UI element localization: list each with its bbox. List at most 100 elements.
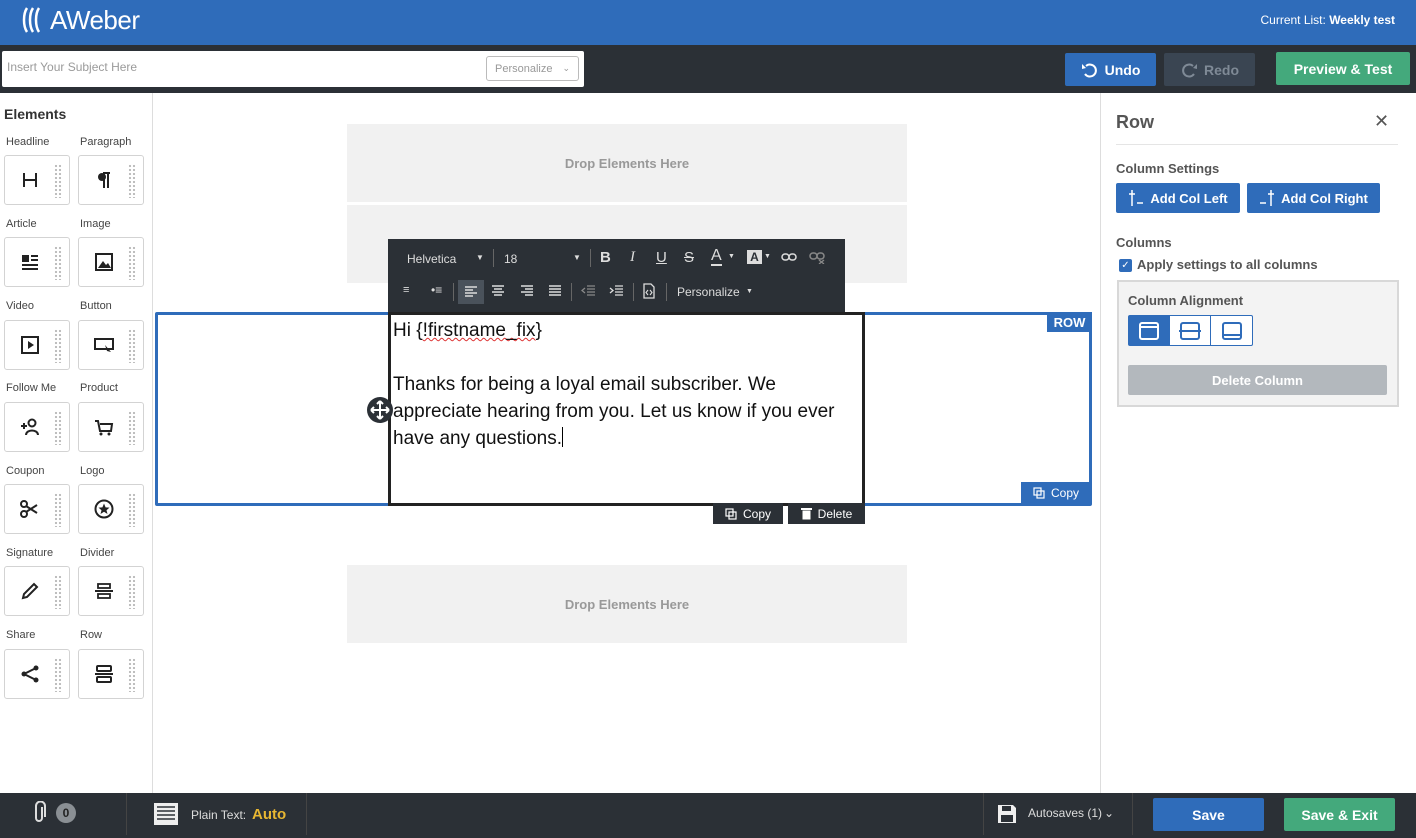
row-copy-button[interactable]: Copy (1021, 482, 1091, 504)
toolbar-personalize-dropdown[interactable]: Personalize (677, 285, 740, 299)
columns-heading: Columns (1116, 235, 1172, 250)
move-handle-icon[interactable] (367, 397, 393, 423)
element-label-logo: Logo (80, 465, 105, 477)
align-middle-button[interactable] (1170, 316, 1211, 345)
align-justify-icon[interactable] (547, 284, 563, 298)
bullet-list-icon[interactable]: •≡ (431, 283, 442, 297)
text-block-editor[interactable]: Hi {!firstname_fix} Thanks for being a l… (388, 312, 865, 506)
copy-icon (725, 507, 737, 520)
share-icon (21, 665, 39, 683)
drop-zone-bottom[interactable]: Drop Elements Here (347, 565, 907, 643)
font-family-select[interactable]: Helvetica (407, 252, 456, 266)
autosaves-dropdown[interactable]: Autosaves (1) (1028, 806, 1102, 820)
italic-icon[interactable]: I (630, 249, 635, 266)
element-follow-me[interactable] (4, 402, 70, 452)
close-icon[interactable]: ✕ (1374, 111, 1389, 132)
product-cart-icon (95, 420, 114, 436)
undo-button[interactable]: Undo (1065, 53, 1156, 86)
plain-text-icon[interactable] (154, 803, 178, 825)
signature-pen-icon (21, 582, 39, 600)
font-size-select[interactable]: 18 (504, 252, 517, 266)
coupon-scissors-icon (20, 500, 38, 518)
save-button[interactable]: Save (1153, 798, 1264, 831)
button-icon (94, 338, 114, 352)
ordered-list-icon[interactable]: ≡ (403, 284, 409, 296)
chevron-down-icon: ⌄ (562, 63, 570, 73)
unlink-icon[interactable] (809, 252, 825, 264)
bold-icon[interactable]: B (600, 249, 611, 266)
element-label-follow-me: Follow Me (6, 382, 57, 394)
redo-button[interactable]: Redo (1164, 53, 1255, 86)
apply-all-checkbox[interactable]: ✓ (1119, 259, 1132, 272)
caret-down-icon: ▼ (746, 288, 753, 295)
element-article[interactable] (4, 237, 70, 287)
element-video[interactable] (4, 320, 70, 370)
underline-icon[interactable]: U (656, 249, 667, 266)
video-icon (21, 336, 39, 354)
align-center-icon[interactable] (490, 284, 506, 298)
text-block-content[interactable]: Hi {!firstname_fix} Thanks for being a l… (393, 317, 863, 452)
align-middle-icon (1179, 321, 1201, 340)
add-col-left-button[interactable]: Add Col Left (1116, 183, 1240, 213)
text-editor-toolbar: Helvetica ▼ 18 ▼ B I U S A ▼ A ▼ ≡ •≡ Pe… (388, 239, 845, 312)
add-column-icon (1260, 190, 1275, 206)
element-product[interactable] (78, 402, 144, 452)
caret-down-icon: ▼ (764, 253, 771, 260)
element-label-video: Video (6, 300, 34, 312)
indent-icon[interactable] (609, 284, 625, 298)
copy-icon (1033, 487, 1045, 499)
block-copy-button[interactable]: Copy (713, 503, 783, 524)
strikethrough-icon[interactable]: S (684, 249, 694, 266)
headline-icon (23, 173, 37, 187)
text-color-icon[interactable]: A (711, 248, 722, 266)
chevron-down-icon[interactable]: ⌄ (1104, 806, 1114, 820)
element-paragraph[interactable] (78, 155, 144, 205)
greeting-line: Hi {!firstname_fix} (393, 320, 542, 341)
row-icon (95, 665, 113, 683)
element-coupon[interactable] (4, 484, 70, 534)
source-code-icon[interactable] (642, 283, 656, 299)
aweber-logo-icon (22, 7, 41, 33)
aweber-logo[interactable]: AWeber (22, 5, 140, 35)
current-list[interactable]: Current List: Weekly test (1260, 13, 1395, 27)
align-top-button[interactable] (1129, 316, 1170, 345)
element-button[interactable] (78, 320, 144, 370)
outdent-icon[interactable] (581, 284, 597, 298)
paperclip-icon[interactable] (30, 801, 48, 825)
element-label-row: Row (80, 629, 103, 641)
trash-icon (800, 508, 812, 520)
add-col-right-button[interactable]: Add Col Right (1247, 183, 1380, 213)
text-caret (562, 427, 564, 447)
plain-text-value[interactable]: Auto (252, 806, 286, 823)
highlight-color-icon[interactable]: A (747, 250, 762, 264)
subject-personalize-label: Personalize (495, 63, 553, 75)
subject-input[interactable] (7, 60, 477, 74)
save-exit-button[interactable]: Save & Exit (1284, 798, 1395, 831)
block-delete-button[interactable]: Delete (788, 503, 865, 524)
align-bottom-button[interactable] (1211, 316, 1252, 345)
element-divider[interactable] (78, 566, 144, 616)
drop-zone-top[interactable]: Drop Elements Here (347, 124, 907, 202)
top-bar (0, 0, 1416, 45)
apply-all-label[interactable]: Apply settings to all columns (1137, 257, 1318, 272)
delete-column-button[interactable]: Delete Column (1128, 365, 1387, 395)
element-headline[interactable] (4, 155, 70, 205)
caret-down-icon: ▼ (728, 253, 735, 260)
align-left-icon[interactable] (458, 280, 484, 304)
element-image[interactable] (78, 237, 144, 287)
subject-personalize-dropdown[interactable]: Personalize ⌄ (486, 56, 579, 81)
body-paragraph: Thanks for being a loyal email subscribe… (393, 374, 835, 449)
align-bottom-icon (1221, 321, 1242, 340)
article-icon (22, 255, 38, 270)
paragraph-icon (98, 172, 110, 188)
align-right-icon[interactable] (519, 284, 535, 298)
element-share[interactable] (4, 649, 70, 699)
element-row[interactable] (78, 649, 144, 699)
preview-test-button[interactable]: Preview & Test (1276, 52, 1410, 85)
caret-down-icon: ▼ (476, 253, 484, 262)
element-signature[interactable] (4, 566, 70, 616)
element-label-paragraph: Paragraph (80, 136, 132, 148)
element-logo[interactable] (78, 484, 144, 534)
column-settings-heading: Column Settings (1116, 161, 1220, 176)
link-icon[interactable] (781, 252, 797, 262)
